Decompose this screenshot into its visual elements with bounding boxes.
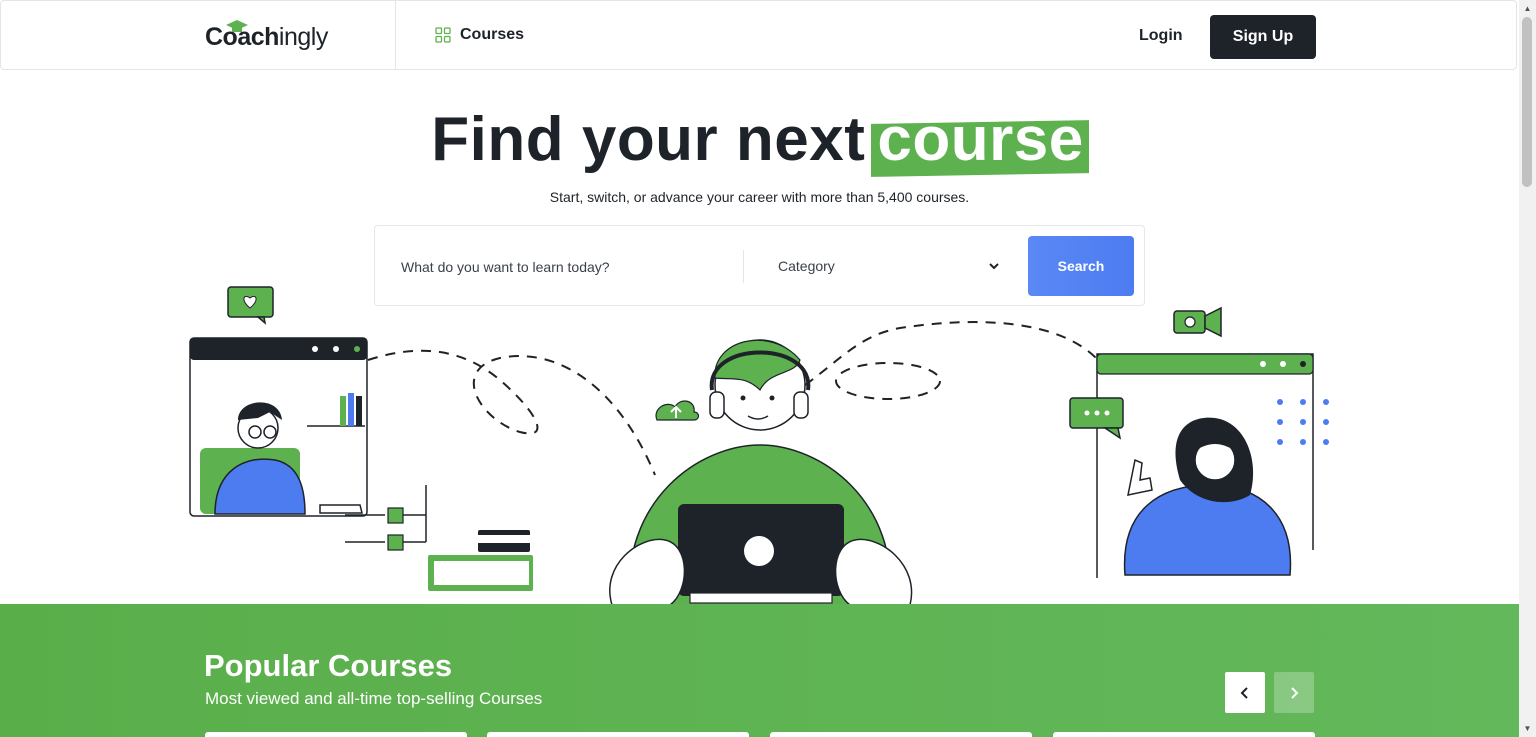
scroll-thumb[interactable]	[1522, 17, 1532, 187]
courses-nav-link[interactable]: Courses	[435, 26, 524, 44]
hero-title: Find your next course	[0, 104, 1519, 175]
graduation-cap-icon	[226, 20, 248, 32]
page: Coachingly Courses Login Sign Up Find yo…	[0, 0, 1519, 737]
hero-subtitle: Start, switch, or advance your career wi…	[549, 189, 970, 205]
chevron-down-icon	[989, 263, 999, 270]
left-window-illustration	[189, 337, 368, 517]
chevron-left-icon	[1240, 686, 1248, 699]
cloud-upload-icon	[655, 400, 700, 421]
grid-icon	[435, 27, 451, 43]
carousel-prev-button[interactable]	[1225, 672, 1265, 713]
video-camera-icon	[1173, 306, 1222, 338]
popular-courses-section: Popular Courses Most viewed and all-time…	[0, 604, 1519, 737]
courses-nav-label: Courses	[460, 26, 525, 43]
header-divider	[395, 1, 396, 70]
logo-light: ingly	[278, 23, 328, 51]
sign-up-button[interactable]: Sign Up	[1210, 15, 1316, 59]
logo-wordmark: Coachingly	[205, 23, 328, 52]
chevron-right-icon	[1291, 686, 1299, 699]
popular-courses-title: Popular Courses	[204, 648, 453, 683]
login-link[interactable]: Login	[1139, 27, 1183, 45]
page-scrollbar[interactable]: ▲ ▼	[1519, 0, 1536, 737]
logo[interactable]: Coachingly	[205, 19, 347, 55]
hero-illustration	[189, 286, 1329, 605]
course-card[interactable]	[487, 732, 749, 737]
books-stack-icon	[428, 530, 533, 591]
category-label: Category	[778, 258, 835, 274]
hero-title-text: Find your next	[431, 105, 866, 174]
site-header: Coachingly Courses Login Sign Up	[0, 0, 1517, 70]
popular-courses-subtitle: Most viewed and all-time top-selling Cou…	[205, 689, 543, 708]
heart-chat-icon	[227, 286, 274, 325]
scroll-down-arrow-icon[interactable]: ▼	[1519, 720, 1536, 737]
course-card[interactable]	[1053, 732, 1315, 737]
center-person-illustration	[609, 339, 913, 605]
course-card[interactable]	[770, 732, 1032, 737]
search-divider	[743, 250, 744, 283]
right-window-illustration	[1096, 353, 1314, 578]
course-card[interactable]	[205, 732, 467, 737]
scroll-up-arrow-icon[interactable]: ▲	[1519, 0, 1536, 17]
hero-title-highlight: course	[873, 104, 1087, 175]
carousel-next-button[interactable]	[1274, 672, 1314, 713]
hero-title-highlight-text: course	[877, 105, 1084, 174]
